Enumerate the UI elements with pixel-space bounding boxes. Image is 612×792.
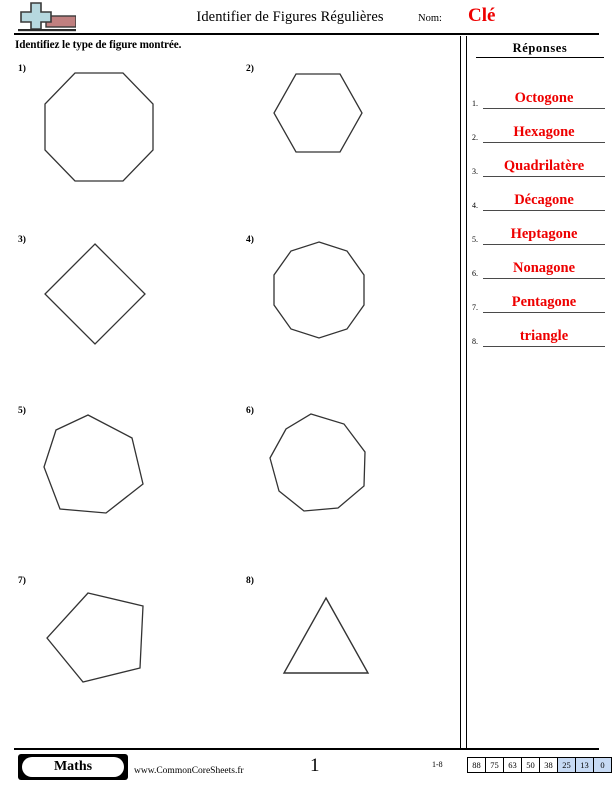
octagon-shape <box>40 68 158 186</box>
problem-number: 4) <box>246 235 254 245</box>
instruction-text: Identifiez le type de figure montrée. <box>15 39 182 51</box>
problem-number: 1) <box>18 64 26 74</box>
answer-number: 6. <box>472 269 478 278</box>
answer-value: triangle <box>519 328 569 344</box>
answer-row: 6. Nonagone <box>472 245 606 279</box>
score-cell: 75 <box>486 758 504 772</box>
score-cell: 63 <box>504 758 522 772</box>
score-range-label: 1-8 <box>432 760 443 769</box>
score-cell: 25 <box>558 758 576 772</box>
score-cell: 0 <box>594 758 611 772</box>
answer-value: Heptagone <box>510 226 578 242</box>
heptagon-shape <box>40 410 148 518</box>
quadrilateral-shape <box>40 239 150 349</box>
name-value: Clé <box>468 5 496 26</box>
answer-value: Octogone <box>514 90 574 106</box>
problem-number: 5) <box>18 406 26 416</box>
answer-number: 8. <box>472 337 478 346</box>
page-header: Identifier de Figures Régulières Nom: Cl… <box>0 0 612 35</box>
answer-value: Nonagone <box>512 260 576 276</box>
problem-number: 8) <box>246 576 254 586</box>
answer-row: 4. Décagone <box>472 177 606 211</box>
answer-row: 2. Hexagone <box>472 109 606 143</box>
triangle-shape <box>268 580 380 680</box>
answer-row: 8. triangle <box>472 313 606 347</box>
hexagon-shape <box>268 68 368 158</box>
pentagon-shape <box>40 580 150 686</box>
problem-number: 7) <box>18 576 26 586</box>
answer-number: 5. <box>472 235 478 244</box>
answer-number: 4. <box>472 201 478 210</box>
subject-badge: Maths <box>18 754 128 780</box>
answer-row: 1. Octogone <box>472 75 606 109</box>
name-label: Nom: <box>418 13 442 24</box>
answer-row: 5. Heptagone <box>472 211 606 245</box>
score-cell: 88 <box>468 758 486 772</box>
site-url: www.CommonCoreSheets.fr <box>134 766 244 776</box>
answer-value: Hexagone <box>513 124 575 140</box>
answers-heading: Réponses <box>476 41 604 58</box>
answer-rule <box>483 346 605 347</box>
answer-number: 3. <box>472 167 478 176</box>
nonagon-shape <box>268 410 374 516</box>
answer-column-divider-left <box>460 36 461 748</box>
answer-number: 7. <box>472 303 478 312</box>
problem-number: 2) <box>246 64 254 74</box>
plus-block-logo-icon <box>18 2 77 32</box>
answer-value: Décagone <box>514 192 574 208</box>
score-cell: 38 <box>540 758 558 772</box>
answer-number: 2. <box>472 133 478 142</box>
score-cell: 50 <box>522 758 540 772</box>
answer-row: 7. Pentagone <box>472 279 606 313</box>
score-cell: 13 <box>576 758 594 772</box>
footer-divider <box>14 748 599 750</box>
header-divider <box>14 33 599 35</box>
problem-number: 6) <box>246 406 254 416</box>
score-table: 88 75 63 50 38 25 13 0 <box>467 757 612 773</box>
page-title: Identifier de Figures Régulières <box>196 9 384 25</box>
decagon-shape <box>268 239 370 341</box>
answer-row: 3. Quadrilatère <box>472 143 606 177</box>
page-number: 1 <box>310 755 320 776</box>
problem-number: 3) <box>18 235 26 245</box>
answer-column-divider-right <box>466 36 467 748</box>
subject-badge-label: Maths <box>22 757 124 777</box>
answer-value: Pentagone <box>511 294 577 310</box>
answer-value: Quadrilatère <box>503 158 585 174</box>
answer-number: 1. <box>472 99 478 108</box>
